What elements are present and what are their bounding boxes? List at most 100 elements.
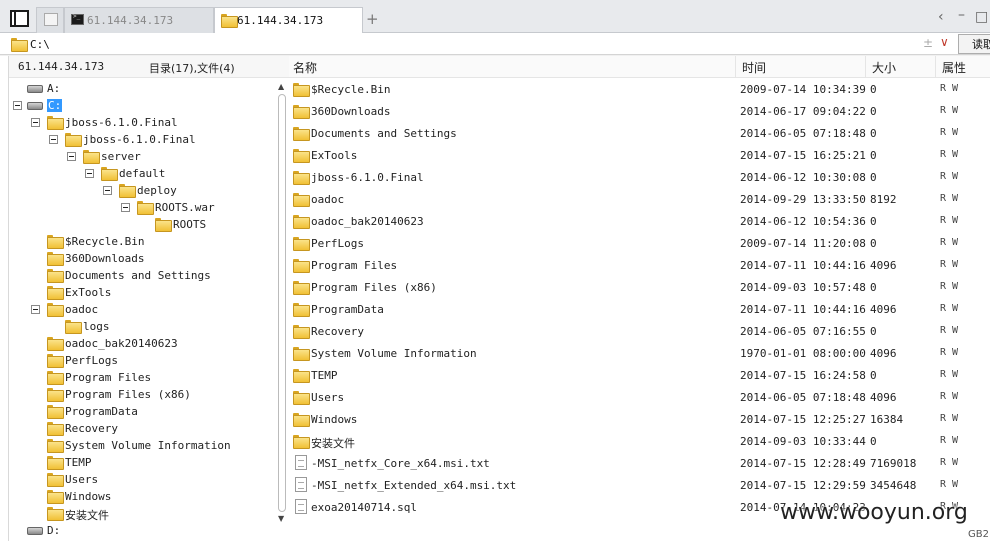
tree-node[interactable]: deploy xyxy=(9,182,275,199)
file-row[interactable]: Windows 2014-07-15 12:25:27 16384 R W xyxy=(289,408,990,430)
column-name[interactable]: 名称 xyxy=(293,59,317,76)
dropdown-chevron-icon[interactable]: ∨ xyxy=(940,35,949,49)
file-size: 0 xyxy=(870,237,877,250)
tree-node[interactable]: C: xyxy=(9,97,275,114)
file-time: 2014-07-15 12:25:27 xyxy=(740,413,866,426)
file-row[interactable]: Users 2014-06-05 07:18:48 4096 R W xyxy=(289,386,990,408)
file-size: 8192 xyxy=(870,193,897,206)
file-row[interactable]: Program Files (x86) 2014-09-03 10:57:48 0 R… xyxy=(289,276,990,298)
tree-node[interactable]: default xyxy=(9,165,275,182)
maximize-icon[interactable]: □ xyxy=(975,9,988,25)
folder-icon xyxy=(47,252,64,266)
file-list: $Recycle.Bin 2009-07-14 10:34:39 0 R W 360Do… xyxy=(289,78,990,541)
file-row[interactable]: PerfLogs 2009-07-14 11:20:08 0 R W xyxy=(289,232,990,254)
file-size: 0 xyxy=(870,281,877,294)
tree-node[interactable]: Recovery xyxy=(9,420,275,437)
tree-node[interactable]: Program Files (x86) xyxy=(9,386,275,403)
folder-icon xyxy=(47,337,64,351)
file-row[interactable]: -MSI_netfx_Extended_x64.msi.txt 2014-07-1… xyxy=(289,474,990,496)
file-attributes: R W xyxy=(940,215,959,226)
tree-node[interactable]: A: xyxy=(9,80,275,97)
file-row[interactable]: Program Files 2014-07-11 10:44:16 4096 R W xyxy=(289,254,990,276)
scroll-down-icon[interactable]: ▼ xyxy=(278,514,284,523)
tree-node[interactable]: Documents and Settings xyxy=(9,267,275,284)
tree-node-label: Windows xyxy=(65,490,112,503)
folder-icon xyxy=(293,127,310,141)
file-name: ExTools xyxy=(311,149,358,162)
tree-node[interactable]: PerfLogs xyxy=(9,352,275,369)
collapse-icon[interactable] xyxy=(121,203,130,212)
tree-node[interactable]: ROOTS.war xyxy=(9,199,275,216)
chevron-left-icon[interactable]: ‹ xyxy=(938,9,944,25)
file-row[interactable]: -MSI_netfx_Core_x64.msi.txt 2014-07-15 12… xyxy=(289,452,990,474)
file-attributes: R W xyxy=(940,281,959,292)
collapse-icon[interactable] xyxy=(31,305,40,314)
tree-scrollbar[interactable]: ▲ ▼ xyxy=(275,78,289,541)
folder-icon xyxy=(293,435,310,449)
file-row[interactable]: TEMP 2014-07-15 16:24:58 0 R W xyxy=(289,364,990,386)
tree-node[interactable]: ExTools xyxy=(9,284,275,301)
column-divider[interactable] xyxy=(865,56,866,78)
file-row[interactable]: ProgramData 2014-07-11 10:44:16 4096 R W xyxy=(289,298,990,320)
tree-node[interactable]: D: xyxy=(9,522,275,539)
file-row[interactable]: 安装文件 2014-09-03 10:33:44 0 R W xyxy=(289,430,990,452)
file-time: 2014-07-15 12:29:59 xyxy=(740,479,866,492)
file-row[interactable]: oadoc 2014-09-29 13:33:50 8192 R W xyxy=(289,188,990,210)
file-time: 2014-07-11 10:44:16 xyxy=(740,303,866,316)
collapse-icon[interactable] xyxy=(13,101,22,110)
collapse-icon[interactable] xyxy=(31,118,40,127)
tree-node[interactable]: Windows xyxy=(9,488,275,505)
tree-node[interactable]: server xyxy=(9,148,275,165)
column-divider[interactable] xyxy=(735,56,736,78)
file-attributes: R W xyxy=(940,193,959,204)
file-row[interactable]: 360Downloads 2014-06-17 09:04:22 0 R W xyxy=(289,100,990,122)
file-time: 2014-06-17 09:04:22 xyxy=(740,105,866,118)
file-row[interactable]: oadoc_bak20140623 2014-06-12 10:54:36 0 R W xyxy=(289,210,990,232)
tree-node[interactable]: TEMP xyxy=(9,454,275,471)
column-time[interactable]: 时间 xyxy=(742,59,766,76)
file-size: 0 xyxy=(870,215,877,228)
minimize-icon[interactable]: – xyxy=(958,7,965,23)
scroll-thumb[interactable] xyxy=(278,94,286,512)
tree-node[interactable]: Program Files xyxy=(9,369,275,386)
file-row[interactable]: System Volume Information 1970-01-01 08:0… xyxy=(289,342,990,364)
column-divider[interactable] xyxy=(935,56,936,78)
tree-node[interactable]: logs xyxy=(9,318,275,335)
collapse-icon[interactable] xyxy=(49,135,58,144)
tree-node[interactable]: ProgramData xyxy=(9,403,275,420)
file-attributes: R W xyxy=(940,347,959,358)
tab-terminal[interactable]: 61.144.34.173 xyxy=(64,7,214,33)
tree-node[interactable]: $Recycle.Bin xyxy=(9,233,275,250)
file-row[interactable]: Documents and Settings 2014-06-05 07:18:4… xyxy=(289,122,990,144)
column-size[interactable]: 大小 xyxy=(872,59,896,76)
collapse-icon[interactable] xyxy=(67,152,76,161)
tree-node[interactable]: jboss-6.1.0.Final xyxy=(9,131,275,148)
file-row[interactable]: $Recycle.Bin 2009-07-14 10:34:39 0 R W xyxy=(289,78,990,100)
tree-node[interactable]: ROOTS xyxy=(9,216,275,233)
collapse-icon[interactable] xyxy=(103,186,112,195)
column-attributes[interactable]: 属性 xyxy=(942,59,966,76)
tree-node[interactable]: System Volume Information xyxy=(9,437,275,454)
tree-node[interactable]: oadoc xyxy=(9,301,275,318)
tree-node[interactable]: Users xyxy=(9,471,275,488)
tree-node-label: server xyxy=(101,150,141,163)
new-tab-button[interactable]: + xyxy=(366,11,379,27)
file-row[interactable]: Recovery 2014-06-05 07:16:55 0 R W xyxy=(289,320,990,342)
tree-node[interactable]: 安装文件 xyxy=(9,505,275,522)
read-button[interactable]: 读取 xyxy=(958,34,990,54)
tab-file-manager[interactable]: 61.144.34.173 xyxy=(214,7,363,34)
tree-node[interactable]: oadoc_bak20140623 xyxy=(9,335,275,352)
tab-blank[interactable] xyxy=(36,7,64,33)
tree-node[interactable]: jboss-6.1.0.Final xyxy=(9,114,275,131)
scroll-up-icon[interactable]: ▲ xyxy=(278,82,284,91)
collapse-icon[interactable] xyxy=(85,169,94,178)
tree-node[interactable]: 360Downloads xyxy=(9,250,275,267)
path-input[interactable] xyxy=(30,36,910,52)
file-attributes: R W xyxy=(940,149,959,160)
folder-icon xyxy=(293,83,310,97)
tab-label: 61.144.34.173 xyxy=(237,14,324,27)
plus-minus-icon[interactable]: ± xyxy=(923,36,933,50)
file-row[interactable]: ExTools 2014-07-15 16:25:21 0 R W xyxy=(289,144,990,166)
sidebar-toggle-icon[interactable] xyxy=(10,10,29,27)
file-row[interactable]: jboss-6.1.0.Final 2014-06-12 10:30:08 0 R W xyxy=(289,166,990,188)
